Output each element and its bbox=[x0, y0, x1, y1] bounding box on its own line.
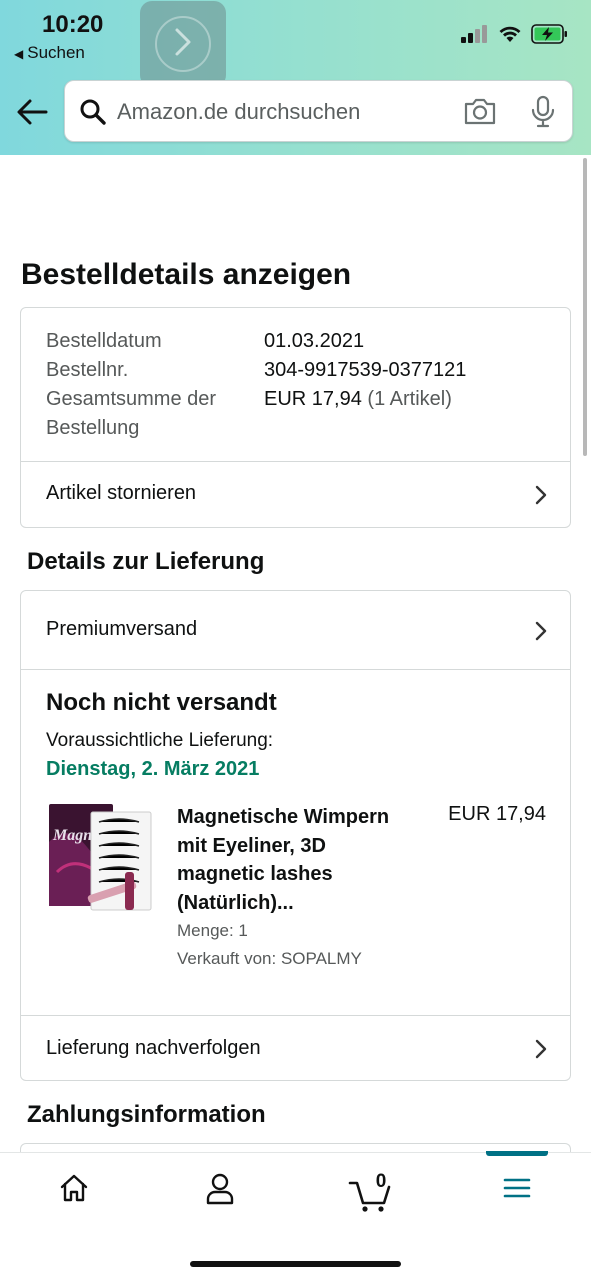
search-bar[interactable] bbox=[64, 80, 573, 142]
shipping-method-label: Premiumversand bbox=[46, 618, 198, 640]
chevron-right-icon bbox=[534, 1038, 548, 1065]
order-total-label-line2: Bestellung bbox=[46, 417, 140, 439]
order-date-value: 01.03.2021 bbox=[264, 330, 365, 352]
product-quantity: Menge: 1 bbox=[177, 921, 248, 940]
wifi-icon bbox=[498, 25, 522, 48]
delivery-section-title: Details zur Lieferung bbox=[27, 548, 265, 575]
forward-overlay-button[interactable] bbox=[140, 1, 226, 87]
cart-icon: 0 bbox=[348, 1171, 392, 1213]
nav-home[interactable] bbox=[44, 1173, 104, 1213]
hamburger-menu-icon bbox=[502, 1173, 532, 1213]
status-icons bbox=[461, 24, 569, 49]
status-time: 10:20 bbox=[42, 11, 104, 38]
divider bbox=[21, 669, 570, 670]
cart-count: 0 bbox=[375, 1171, 387, 1192]
order-total-value: EUR 17,94 (1 Artikel) bbox=[264, 385, 452, 414]
product-price: EUR 17,94 bbox=[448, 803, 546, 825]
expected-delivery-date: Dienstag, 2. März 2021 bbox=[46, 758, 260, 780]
expected-delivery-label: Voraussichtliche Lieferung: bbox=[46, 730, 274, 751]
back-app-label: Suchen bbox=[27, 43, 85, 62]
chevron-right-icon bbox=[534, 484, 548, 511]
home-indicator[interactable] bbox=[190, 1261, 401, 1267]
product-title-line: Magnetische Wimpern bbox=[177, 806, 390, 828]
product-title-line: mit Eyeliner, 3D bbox=[177, 834, 326, 857]
back-triangle-icon: ◀ bbox=[14, 47, 24, 61]
search-icon bbox=[79, 98, 107, 131]
chevron-right-icon bbox=[172, 27, 194, 62]
search-input[interactable] bbox=[117, 93, 447, 131]
cancel-items-row[interactable]: Artikel stornieren bbox=[21, 462, 570, 528]
track-delivery-row[interactable]: Lieferung nachverfolgen bbox=[21, 1016, 570, 1082]
payment-section-title: Zahlungsinformation bbox=[27, 1101, 266, 1128]
track-delivery-label: Lieferung nachverfolgen bbox=[46, 1037, 261, 1059]
order-total-label-line1: Gesamtsumme der bbox=[46, 388, 217, 410]
product-title-line: magnetic lashes bbox=[177, 863, 333, 886]
camera-icon[interactable] bbox=[463, 96, 497, 131]
order-total-amount: EUR 17,94 bbox=[264, 388, 362, 410]
shipping-method-row[interactable]: Premiumversand bbox=[21, 591, 570, 669]
scrollbar[interactable] bbox=[583, 158, 587, 456]
cellular-signal-icon bbox=[461, 25, 489, 48]
product-title-line: (Natürlich)... bbox=[177, 891, 294, 914]
product-title[interactable]: Magnetische Wimpern mit Eyeliner, 3D mag… bbox=[177, 803, 417, 917]
delivery-card: Premiumversand Noch nicht versandt Vorau… bbox=[20, 590, 571, 1081]
back-to-app-link[interactable]: ◀ Suchen bbox=[14, 43, 85, 63]
product-image[interactable]: Magne bbox=[47, 802, 157, 918]
order-number-label: Bestellnr. bbox=[46, 359, 129, 381]
order-date-label: Bestelldatum bbox=[46, 330, 162, 352]
cancel-items-label: Artikel stornieren bbox=[46, 482, 197, 504]
shipment-status: Noch nicht versandt bbox=[46, 689, 277, 716]
microphone-icon[interactable] bbox=[530, 95, 556, 134]
home-icon bbox=[59, 1173, 89, 1213]
back-arrow-icon[interactable] bbox=[14, 94, 50, 130]
order-number-value: 304-9917539-0377121 bbox=[264, 359, 467, 381]
product-seller: Verkauft von: SOPALMY bbox=[177, 949, 362, 968]
person-icon bbox=[205, 1173, 235, 1213]
app-header: 10:20 ◀ Suchen bbox=[0, 0, 591, 155]
order-summary-card: Bestelldatum 01.03.2021 Bestellnr. 304-9… bbox=[20, 307, 571, 528]
nav-cart[interactable]: 0 bbox=[340, 1171, 400, 1213]
page-title: Bestelldetails anzeigen bbox=[21, 258, 352, 291]
battery-charging-icon bbox=[531, 24, 569, 49]
active-tab-indicator bbox=[486, 1151, 548, 1156]
order-total-items: (1 Artikel) bbox=[367, 388, 452, 410]
chevron-right-icon bbox=[534, 620, 548, 647]
nav-account[interactable] bbox=[190, 1173, 250, 1213]
nav-menu[interactable] bbox=[487, 1173, 547, 1213]
